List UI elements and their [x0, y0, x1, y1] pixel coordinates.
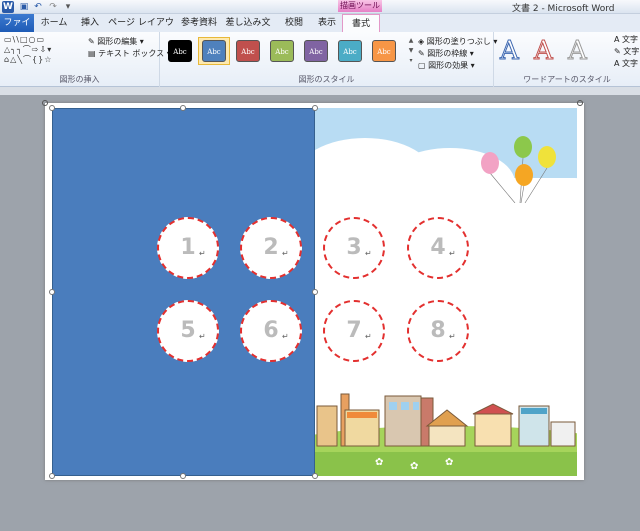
- circle-number: 2: [263, 235, 279, 260]
- ribbon: ▭\\□○▭ △╮┐⌒⇨⇩▾ ⌂△╲⌒{}☆ ✎ 図形の編集 ▾ ▤ テキスト …: [0, 32, 640, 87]
- text-box-button[interactable]: ▤ テキスト ボックス ▾: [88, 48, 171, 59]
- resize-handle-right[interactable]: [312, 289, 318, 295]
- shape-row[interactable]: △╮┐⌒⇨⇩▾: [4, 45, 82, 55]
- number-circle-3[interactable]: 3 ↵: [323, 217, 385, 279]
- tab-review[interactable]: 校閲: [276, 14, 312, 32]
- shape-fill-button[interactable]: ◈ 図形の塗りつぶし ▾: [418, 36, 497, 47]
- paragraph-mark: ↵: [282, 249, 289, 258]
- ruler: [0, 87, 640, 95]
- flower-icon: ✿: [445, 457, 454, 468]
- text-fill-button[interactable]: A 文字: [614, 34, 638, 45]
- number-circle-2[interactable]: 2 ↵: [240, 217, 302, 279]
- paragraph-mark: ↵: [282, 332, 289, 341]
- resize-handle-left[interactable]: [49, 289, 55, 295]
- wordart-styles-label: ワードアートのスタイル: [523, 75, 611, 84]
- number-circle-4[interactable]: 4 ↵: [407, 217, 469, 279]
- wordart-style-2[interactable]: A: [534, 36, 554, 67]
- shape-style-swatch[interactable]: Abc: [338, 40, 362, 62]
- tab-view[interactable]: 表示: [312, 14, 342, 32]
- circle-number: 5: [180, 318, 196, 343]
- text-outline-button[interactable]: ✎ 文字: [614, 46, 639, 57]
- effects-icon: ▢: [418, 61, 429, 70]
- shape-style-swatch[interactable]: Abc: [270, 40, 294, 62]
- shape-effects-button[interactable]: ▢ 図形の効果 ▾: [418, 60, 475, 71]
- customize-qat-icon[interactable]: ▾: [62, 1, 74, 13]
- title-bar: W ▣ ↶ ↷ ▾ 描画ツール 文書 2 - Microsoft Word: [0, 0, 640, 14]
- pen-icon: ✎: [418, 49, 428, 58]
- insert-shapes-group: ▭\\□○▭ △╮┐⌒⇨⇩▾ ⌂△╲⌒{}☆ ✎ 図形の編集 ▾ ▤ テキスト …: [0, 32, 171, 87]
- resize-handle-top-right[interactable]: [312, 105, 318, 111]
- text-outline-icon: ✎: [614, 47, 624, 56]
- tab-insert[interactable]: 挿入: [72, 14, 108, 32]
- shape-style-swatch[interactable]: Abc: [202, 40, 226, 62]
- paragraph-mark: ↵: [365, 249, 372, 258]
- text-effects-icon: A: [614, 59, 623, 68]
- shape-gallery[interactable]: ▭\\□○▭ △╮┐⌒⇨⇩▾ ⌂△╲⌒{}☆: [4, 35, 82, 65]
- flower-icon: ✿: [375, 457, 384, 468]
- text-fill-icon: A: [614, 35, 623, 44]
- number-circle-1[interactable]: 1 ↵: [157, 217, 219, 279]
- paint-bucket-icon: ◈: [418, 37, 427, 46]
- shape-row[interactable]: ▭\\□○▭: [4, 35, 82, 45]
- shape-style-swatch[interactable]: Abc: [168, 40, 192, 62]
- circle-number: 4: [430, 235, 446, 260]
- shape-outline-button[interactable]: ✎ 図形の枠線 ▾: [418, 48, 474, 59]
- wordart-style-3[interactable]: A: [568, 36, 588, 67]
- resize-handle-bottom-right[interactable]: [312, 473, 318, 479]
- insert-shapes-label: 図形の挿入: [59, 75, 100, 84]
- resize-handle-bottom-left[interactable]: [49, 473, 55, 479]
- tab-home[interactable]: ホーム: [36, 14, 72, 32]
- number-circle-5[interactable]: 5 ↵: [157, 300, 219, 362]
- tab-mailings[interactable]: 差し込み文書: [222, 14, 274, 46]
- shape-style-swatch[interactable]: Abc: [236, 40, 260, 62]
- tab-references[interactable]: 参考資料: [176, 14, 222, 32]
- town-illustration: ✿ ✿ ✿: [315, 108, 577, 476]
- shape-style-swatch[interactable]: Abc: [372, 40, 396, 62]
- flower-icon: ✿: [410, 461, 419, 472]
- tab-page-layout[interactable]: ページ レイアウト: [108, 14, 174, 46]
- text-effects-button[interactable]: A 文字: [614, 58, 638, 69]
- number-circle-7[interactable]: 7 ↵: [323, 300, 385, 362]
- page-corner-handle[interactable]: [42, 100, 48, 106]
- paragraph-mark: ↵: [449, 249, 456, 258]
- balloons-icon: [481, 136, 556, 203]
- save-icon[interactable]: ▣: [18, 1, 30, 13]
- edit-shape-icon: ✎: [88, 37, 98, 46]
- resize-handle-top-left[interactable]: [49, 105, 55, 111]
- circle-number: 8: [430, 318, 446, 343]
- text-box-icon: ▤: [88, 49, 99, 58]
- circle-number: 6: [263, 318, 279, 343]
- edit-shape-button[interactable]: ✎ 図形の編集 ▾: [88, 36, 144, 47]
- circle-number: 7: [346, 318, 362, 343]
- buildings-icon: [316, 393, 576, 447]
- tab-format[interactable]: 書式: [342, 14, 380, 33]
- gallery-scroll-icon[interactable]: ▲ ▼ ▾: [407, 36, 415, 66]
- wordart-style-1[interactable]: A: [500, 36, 520, 67]
- paragraph-mark: ↵: [199, 249, 206, 258]
- paragraph-mark: ↵: [365, 332, 372, 341]
- page-corner-handle[interactable]: [577, 100, 583, 106]
- ribbon-tab-bar: ファイル ホーム 挿入 ページ レイアウト 参考資料 差し込み文書 校閲 表示 …: [0, 14, 640, 46]
- shape-row[interactable]: ⌂△╲⌒{}☆: [4, 55, 82, 65]
- word-app-icon[interactable]: W: [2, 1, 14, 13]
- drawing-tools-header: 描画ツール: [338, 0, 382, 12]
- shape-styles-group: Abc Abc Abc Abc Abc Abc Abc ▲ ▼ ▾ ◈ 図形の塗りつぶし ▾ ✎…: [160, 32, 497, 87]
- wordart-styles-group: A A A A 文字 ✎ 文字 A 文字 ワードアートのスタイル: [494, 32, 640, 87]
- shape-styles-label: 図形のスタイル: [298, 75, 355, 84]
- window-title: 文書 2 - Microsoft Word: [512, 4, 615, 14]
- circle-number: 1: [180, 235, 196, 260]
- circle-number: 3: [346, 235, 362, 260]
- undo-icon[interactable]: ↶: [32, 1, 44, 13]
- blue-rectangle-shape[interactable]: [52, 108, 315, 476]
- tab-file[interactable]: ファイル: [0, 14, 34, 46]
- number-circle-8[interactable]: 8 ↵: [407, 300, 469, 362]
- paragraph-mark: ↵: [449, 332, 456, 341]
- paragraph-mark: ↵: [199, 332, 206, 341]
- resize-handle-top[interactable]: [180, 105, 186, 111]
- shape-style-swatch[interactable]: Abc: [304, 40, 328, 62]
- number-circle-6[interactable]: 6 ↵: [240, 300, 302, 362]
- redo-icon[interactable]: ↷: [47, 1, 59, 13]
- resize-handle-bottom[interactable]: [180, 473, 186, 479]
